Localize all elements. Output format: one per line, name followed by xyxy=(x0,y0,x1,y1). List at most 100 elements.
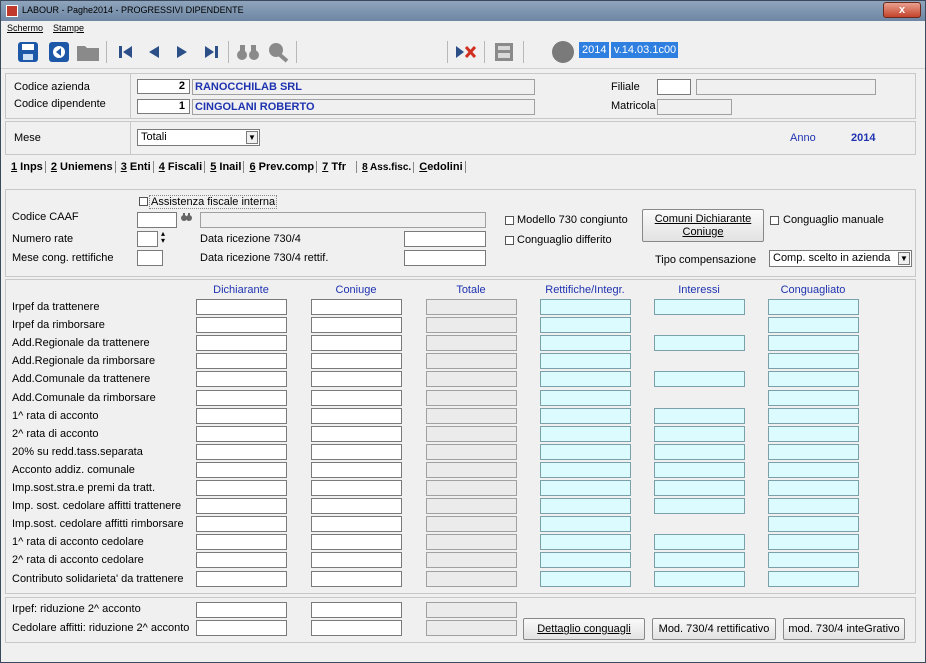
cell-interessi[interactable] xyxy=(654,571,745,587)
cell-rettifiche[interactable] xyxy=(540,299,631,315)
tab-prev-comp[interactable]: 6 Prev.comp xyxy=(247,161,318,173)
tab-inail[interactable]: 5 Inail xyxy=(208,161,245,173)
cell-rettifiche[interactable] xyxy=(540,516,631,532)
cell-conguagliato[interactable] xyxy=(768,571,859,587)
cell-rettifiche[interactable] xyxy=(540,371,631,387)
cell-conguagliato[interactable] xyxy=(768,444,859,460)
tab-enti[interactable]: 3 Enti xyxy=(119,161,154,173)
magnifier-icon[interactable] xyxy=(265,39,291,65)
back-icon[interactable] xyxy=(46,39,72,65)
cell-dichiarante[interactable] xyxy=(196,408,287,424)
cell-coniuge[interactable] xyxy=(311,390,402,406)
cell-coniuge[interactable] xyxy=(311,534,402,550)
cell-interessi[interactable] xyxy=(654,444,745,460)
cell-interessi[interactable] xyxy=(654,552,745,568)
cell-dichiarante[interactable] xyxy=(196,444,287,460)
cell-rettifiche[interactable] xyxy=(540,353,631,369)
cell-coniuge[interactable] xyxy=(311,408,402,424)
cell-rettifiche[interactable] xyxy=(540,534,631,550)
cell-coniuge[interactable] xyxy=(311,571,402,587)
tab-tfr[interactable]: 7 Tfr xyxy=(320,161,357,173)
cell-coniuge[interactable] xyxy=(311,498,402,514)
cell-coniuge[interactable] xyxy=(311,444,402,460)
cell-coniuge[interactable] xyxy=(311,317,402,333)
data-ric-field[interactable] xyxy=(404,231,486,247)
last-icon[interactable] xyxy=(198,39,224,65)
cell-coniuge[interactable] xyxy=(311,335,402,351)
save-icon[interactable] xyxy=(15,39,41,65)
tab-ass-fisc[interactable]: 8 Ass.fisc. xyxy=(360,162,415,173)
close-button[interactable]: x xyxy=(883,2,921,18)
cell-rettifiche[interactable] xyxy=(540,552,631,568)
assistenza-checkbox[interactable] xyxy=(139,197,148,206)
mod-integrativo-button[interactable]: mod. 730/4 inteGrativo xyxy=(783,618,905,640)
cell-interessi[interactable] xyxy=(654,335,745,351)
cell-dichiarante[interactable] xyxy=(196,552,287,568)
cell-coniuge[interactable] xyxy=(311,462,402,478)
mese-select[interactable]: Totali ▼ xyxy=(137,129,260,146)
tab-inps[interactable]: 1 Inps xyxy=(9,161,46,173)
cell-dichiarante[interactable] xyxy=(196,462,287,478)
cell-interessi[interactable] xyxy=(654,480,745,496)
cell-interessi[interactable] xyxy=(654,371,745,387)
menu-schermo[interactable]: Schermo xyxy=(7,23,43,33)
cell-conguagliato[interactable] xyxy=(768,371,859,387)
tab-fiscali[interactable]: 4 Fiscali xyxy=(157,161,206,173)
cell-dichiarante[interactable] xyxy=(196,571,287,587)
cell-dichiarante[interactable] xyxy=(196,534,287,550)
cell-interessi[interactable] xyxy=(654,299,745,315)
cell-conguagliato[interactable] xyxy=(768,299,859,315)
cell-conguagliato[interactable] xyxy=(768,480,859,496)
cell-conguagliato[interactable] xyxy=(768,408,859,424)
dipendente-code-field[interactable]: 1 xyxy=(137,99,190,114)
azienda-code-field[interactable]: 2 xyxy=(137,79,190,94)
irpef-riduzione-dichiarante[interactable] xyxy=(196,602,287,618)
cell-dichiarante[interactable] xyxy=(196,516,287,532)
cell-coniuge[interactable] xyxy=(311,426,402,442)
cell-conguagliato[interactable] xyxy=(768,426,859,442)
cell-rettifiche[interactable] xyxy=(540,444,631,460)
cell-conguagliato[interactable] xyxy=(768,516,859,532)
modello-congiunto-checkbox[interactable] xyxy=(505,216,514,225)
cell-coniuge[interactable] xyxy=(311,353,402,369)
cell-coniuge[interactable] xyxy=(311,552,402,568)
tipo-comp-select[interactable]: Comp. scelto in azienda ▼ xyxy=(769,250,912,267)
cell-dichiarante[interactable] xyxy=(196,426,287,442)
cell-rettifiche[interactable] xyxy=(540,390,631,406)
cell-dichiarante[interactable] xyxy=(196,480,287,496)
cell-conguagliato[interactable] xyxy=(768,498,859,514)
next-icon[interactable] xyxy=(169,39,195,65)
data-ric-rett-field[interactable] xyxy=(404,250,486,266)
cell-rettifiche[interactable] xyxy=(540,498,631,514)
cell-dichiarante[interactable] xyxy=(196,353,287,369)
cell-rettifiche[interactable] xyxy=(540,317,631,333)
cell-coniuge[interactable] xyxy=(311,299,402,315)
cell-dichiarante[interactable] xyxy=(196,317,287,333)
cell-conguagliato[interactable] xyxy=(768,462,859,478)
cell-dichiarante[interactable] xyxy=(196,299,287,315)
mese-cong-field[interactable] xyxy=(137,250,163,266)
cell-interessi[interactable] xyxy=(654,498,745,514)
menu-stampe[interactable]: Stampe xyxy=(53,23,84,33)
conguaglio-manuale-checkbox[interactable] xyxy=(770,216,779,225)
cedolare-riduzione-dichiarante[interactable] xyxy=(196,620,287,636)
spinner-icon[interactable]: ▴ ▾ xyxy=(161,230,165,245)
cell-coniuge[interactable] xyxy=(311,480,402,496)
cell-coniuge[interactable] xyxy=(311,371,402,387)
cell-rettifiche[interactable] xyxy=(540,335,631,351)
cell-dichiarante[interactable] xyxy=(196,498,287,514)
cell-conguagliato[interactable] xyxy=(768,335,859,351)
cell-dichiarante[interactable] xyxy=(196,390,287,406)
first-icon[interactable] xyxy=(113,39,139,65)
cedolare-riduzione-coniuge[interactable] xyxy=(311,620,402,636)
conguaglio-differito-checkbox[interactable] xyxy=(505,236,514,245)
binoculars-icon[interactable] xyxy=(235,39,261,65)
cell-rettifiche[interactable] xyxy=(540,462,631,478)
cell-conguagliato[interactable] xyxy=(768,390,859,406)
cell-coniuge[interactable] xyxy=(311,516,402,532)
cell-conguagliato[interactable] xyxy=(768,552,859,568)
cell-rettifiche[interactable] xyxy=(540,480,631,496)
mod-rettificativo-button[interactable]: Mod. 730/4 rettificativo xyxy=(652,618,776,640)
title-bar[interactable]: LABOUR - Paghe2014 - PROGRESSIVI DIPENDE… xyxy=(1,1,925,21)
tab-cedolini[interactable]: Cedolini xyxy=(417,161,466,173)
